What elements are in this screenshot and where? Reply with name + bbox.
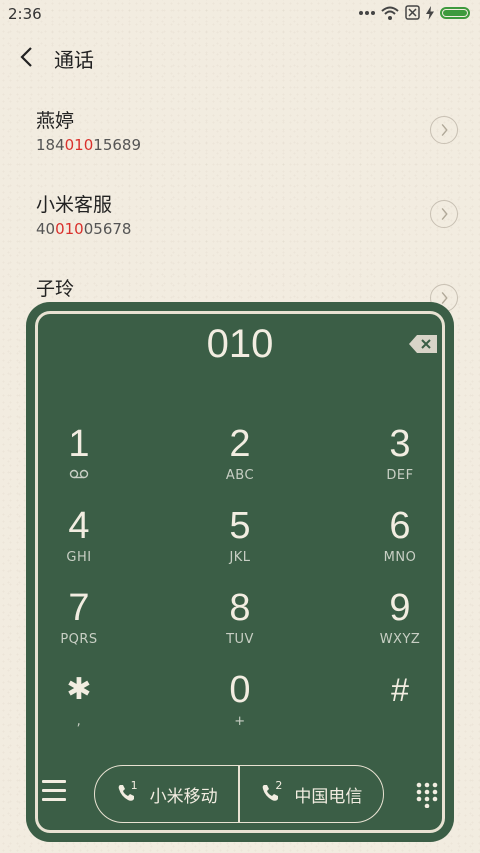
dialed-number: 010 (206, 322, 274, 366)
number-match: 010 (55, 220, 84, 238)
status-bar: 2:36 (0, 0, 480, 28)
number-match: 010 (64, 136, 94, 154)
contact-item[interactable]: 小米客服 4001005678 (0, 190, 480, 270)
phone-icon: 2 (260, 779, 286, 805)
sim2-label: 中国电信 (294, 786, 363, 807)
key-7[interactable]: 7 PQRS (19, 586, 139, 662)
menu-icon[interactable] (42, 780, 66, 804)
dialpad-grid-icon[interactable] (416, 782, 438, 808)
contact-number: 4001005678 (36, 220, 132, 238)
key-1[interactable]: 1 (19, 422, 139, 498)
key-0[interactable]: 0 + (180, 668, 300, 744)
key-8[interactable]: 8 TUV (180, 586, 300, 662)
key-9[interactable]: 9 WXYZ (340, 586, 460, 662)
key-5[interactable]: 5 JKL (180, 504, 300, 580)
chevron-right-icon[interactable] (430, 116, 458, 144)
key-2[interactable]: 2 ABC (180, 422, 300, 498)
call-sim2-button[interactable]: 2 中国电信 (240, 766, 383, 822)
status-time: 2:36 (8, 5, 42, 23)
key-star[interactable]: ✱ , (19, 668, 139, 744)
chevron-left-icon[interactable] (16, 44, 38, 70)
contact-name: 小米客服 (36, 194, 113, 216)
key-4[interactable]: 4 GHI (19, 504, 139, 580)
status-icons (359, 5, 470, 20)
page-title: 通话 (54, 48, 94, 72)
key-3[interactable]: 3 DEF (340, 422, 460, 498)
wifi-icon (381, 6, 399, 20)
sim-call-buttons: 1 小米移动 2 中国电信 (94, 765, 384, 823)
dialpad: 010 1 2 ABC 3 DEF 4 GHI 5 JKL 6 MNO 7 PQ… (26, 302, 454, 842)
phone-icon: 1 (116, 779, 142, 805)
call-sim1-button[interactable]: 1 小米移动 (95, 766, 238, 822)
more-dots-icon (359, 10, 375, 15)
contact-number: 18401015689 (36, 136, 141, 154)
charging-icon (426, 5, 434, 20)
contact-name: 燕婷 (36, 110, 75, 132)
chevron-right-icon[interactable] (430, 200, 458, 228)
no-sim-icon (405, 5, 420, 20)
backspace-icon[interactable] (408, 334, 438, 354)
battery-icon (440, 6, 470, 19)
key-6[interactable]: 6 MNO (340, 504, 460, 580)
sim1-label: 小米移动 (149, 786, 218, 807)
key-hash[interactable]: # (340, 668, 460, 744)
header: 通话 (0, 40, 480, 76)
contact-item[interactable]: 燕婷 18401015689 (0, 106, 480, 186)
voicemail-icon (69, 469, 89, 479)
contact-name: 子玲 (36, 278, 75, 300)
